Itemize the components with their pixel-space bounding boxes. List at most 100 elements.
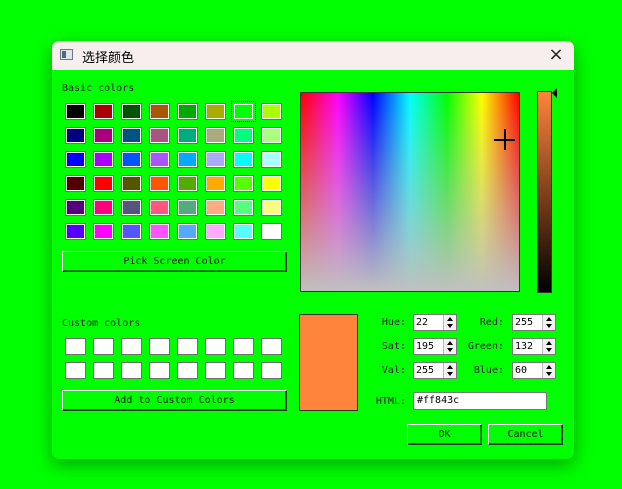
custom-color-swatch[interactable] xyxy=(205,362,226,379)
custom-color-swatch[interactable] xyxy=(93,362,114,379)
basic-color-swatch[interactable] xyxy=(65,223,86,240)
add-to-custom-colors-button[interactable]: Add to Custom Colors xyxy=(62,390,287,411)
basic-color-swatch[interactable] xyxy=(149,151,170,168)
close-button[interactable]: × xyxy=(544,44,568,66)
custom-color-swatch[interactable] xyxy=(261,338,282,355)
basic-color-swatch[interactable] xyxy=(121,127,142,144)
basic-color-swatch[interactable] xyxy=(93,175,114,192)
hue-label: Hue: xyxy=(381,317,406,328)
custom-color-swatch[interactable] xyxy=(177,338,198,355)
custom-color-swatch[interactable] xyxy=(65,338,86,355)
basic-color-swatch[interactable] xyxy=(65,103,86,120)
basic-color-swatch[interactable] xyxy=(149,175,170,192)
window-icon xyxy=(60,49,73,60)
basic-color-swatch[interactable] xyxy=(177,199,198,216)
basic-color-swatch[interactable] xyxy=(177,151,198,168)
basic-color-swatch[interactable] xyxy=(149,103,170,120)
spin-arrows-icon[interactable] xyxy=(443,339,456,354)
basic-color-swatch[interactable] xyxy=(93,103,114,120)
basic-color-swatch[interactable] xyxy=(261,151,282,168)
custom-color-swatch[interactable] xyxy=(149,338,170,355)
basic-color-swatch[interactable] xyxy=(93,223,114,240)
val-value: 255 xyxy=(416,365,435,376)
basic-colors-label: Basic colors xyxy=(62,83,135,94)
basic-color-swatch[interactable] xyxy=(205,199,226,216)
basic-color-swatch[interactable] xyxy=(93,127,114,144)
basic-color-swatch[interactable] xyxy=(149,223,170,240)
basic-color-swatch[interactable] xyxy=(233,175,254,192)
spin-arrows-icon[interactable] xyxy=(443,363,456,378)
custom-color-swatch[interactable] xyxy=(205,338,226,355)
basic-color-swatch[interactable] xyxy=(93,199,114,216)
custom-color-swatch[interactable] xyxy=(149,362,170,379)
luminance-slider[interactable] xyxy=(537,91,552,293)
basic-color-swatch[interactable] xyxy=(121,151,142,168)
basic-color-swatch[interactable] xyxy=(205,223,226,240)
basic-color-swatch[interactable] xyxy=(233,199,254,216)
custom-color-swatch[interactable] xyxy=(261,362,282,379)
ok-button[interactable]: OK xyxy=(407,424,482,445)
custom-color-swatch[interactable] xyxy=(121,338,142,355)
basic-color-swatch[interactable] xyxy=(65,175,86,192)
val-spinbox[interactable]: 255 xyxy=(413,362,457,379)
custom-color-swatch[interactable] xyxy=(65,362,86,379)
basic-color-swatch[interactable] xyxy=(121,223,142,240)
basic-color-swatch[interactable] xyxy=(261,103,282,120)
spin-arrows-icon[interactable] xyxy=(443,315,456,330)
basic-color-swatch[interactable] xyxy=(65,151,86,168)
sat-value: 195 xyxy=(416,341,435,352)
html-color-input[interactable]: #ff843c xyxy=(413,392,547,410)
blue-spinbox[interactable]: 60 xyxy=(512,362,556,379)
spin-arrows-icon[interactable] xyxy=(542,315,555,330)
basic-color-swatch[interactable] xyxy=(149,199,170,216)
basic-color-swatch[interactable] xyxy=(205,175,226,192)
basic-color-swatch[interactable] xyxy=(93,151,114,168)
color-preview xyxy=(299,314,358,411)
basic-color-swatch[interactable] xyxy=(231,101,256,122)
hue-spinbox[interactable]: 22 xyxy=(413,314,457,331)
red-label: Red: xyxy=(479,317,504,328)
basic-color-swatch[interactable] xyxy=(205,103,226,120)
custom-color-swatch[interactable] xyxy=(233,338,254,355)
custom-colors-label: Custom colors xyxy=(62,318,141,329)
basic-color-swatch[interactable] xyxy=(149,127,170,144)
basic-color-swatch[interactable] xyxy=(177,127,198,144)
basic-color-swatch[interactable] xyxy=(233,223,254,240)
basic-color-swatch[interactable] xyxy=(205,151,226,168)
slider-arrow-icon[interactable] xyxy=(552,88,557,98)
custom-color-swatch[interactable] xyxy=(177,362,198,379)
green-label: Green: xyxy=(467,341,504,352)
spin-arrows-icon[interactable] xyxy=(542,363,555,378)
cancel-button[interactable]: Cancel xyxy=(488,424,563,445)
basic-color-swatch[interactable] xyxy=(205,127,226,144)
red-spinbox[interactable]: 255 xyxy=(512,314,556,331)
red-value: 255 xyxy=(515,317,534,328)
basic-color-swatch[interactable] xyxy=(233,151,254,168)
dialog-title: 选择颜色 xyxy=(82,51,135,66)
basic-color-swatch[interactable] xyxy=(65,199,86,216)
val-label: Val: xyxy=(381,365,406,376)
html-label: HTML: xyxy=(375,396,406,407)
basic-color-swatch[interactable] xyxy=(261,199,282,216)
basic-color-swatch[interactable] xyxy=(121,199,142,216)
basic-color-swatch[interactable] xyxy=(261,175,282,192)
custom-color-swatch[interactable] xyxy=(121,362,142,379)
basic-color-swatch[interactable] xyxy=(233,127,254,144)
basic-color-swatch[interactable] xyxy=(261,127,282,144)
basic-color-swatch[interactable] xyxy=(177,103,198,120)
basic-color-swatch[interactable] xyxy=(177,223,198,240)
basic-color-swatch[interactable] xyxy=(65,127,86,144)
sat-spinbox[interactable]: 195 xyxy=(413,338,457,355)
hue-saturation-picker[interactable] xyxy=(300,92,520,292)
basic-color-swatch[interactable] xyxy=(177,175,198,192)
custom-color-swatch[interactable] xyxy=(233,362,254,379)
basic-color-swatch[interactable] xyxy=(121,175,142,192)
green-spinbox[interactable]: 132 xyxy=(512,338,556,355)
basic-color-swatch[interactable] xyxy=(121,103,142,120)
crosshair-icon[interactable] xyxy=(494,129,515,150)
title-bar: 选择颜色 × xyxy=(52,41,574,70)
spin-arrows-icon[interactable] xyxy=(542,339,555,354)
pick-screen-color-button[interactable]: Pick Screen Color xyxy=(62,251,287,272)
custom-color-swatch[interactable] xyxy=(93,338,114,355)
basic-color-swatch[interactable] xyxy=(261,223,282,240)
